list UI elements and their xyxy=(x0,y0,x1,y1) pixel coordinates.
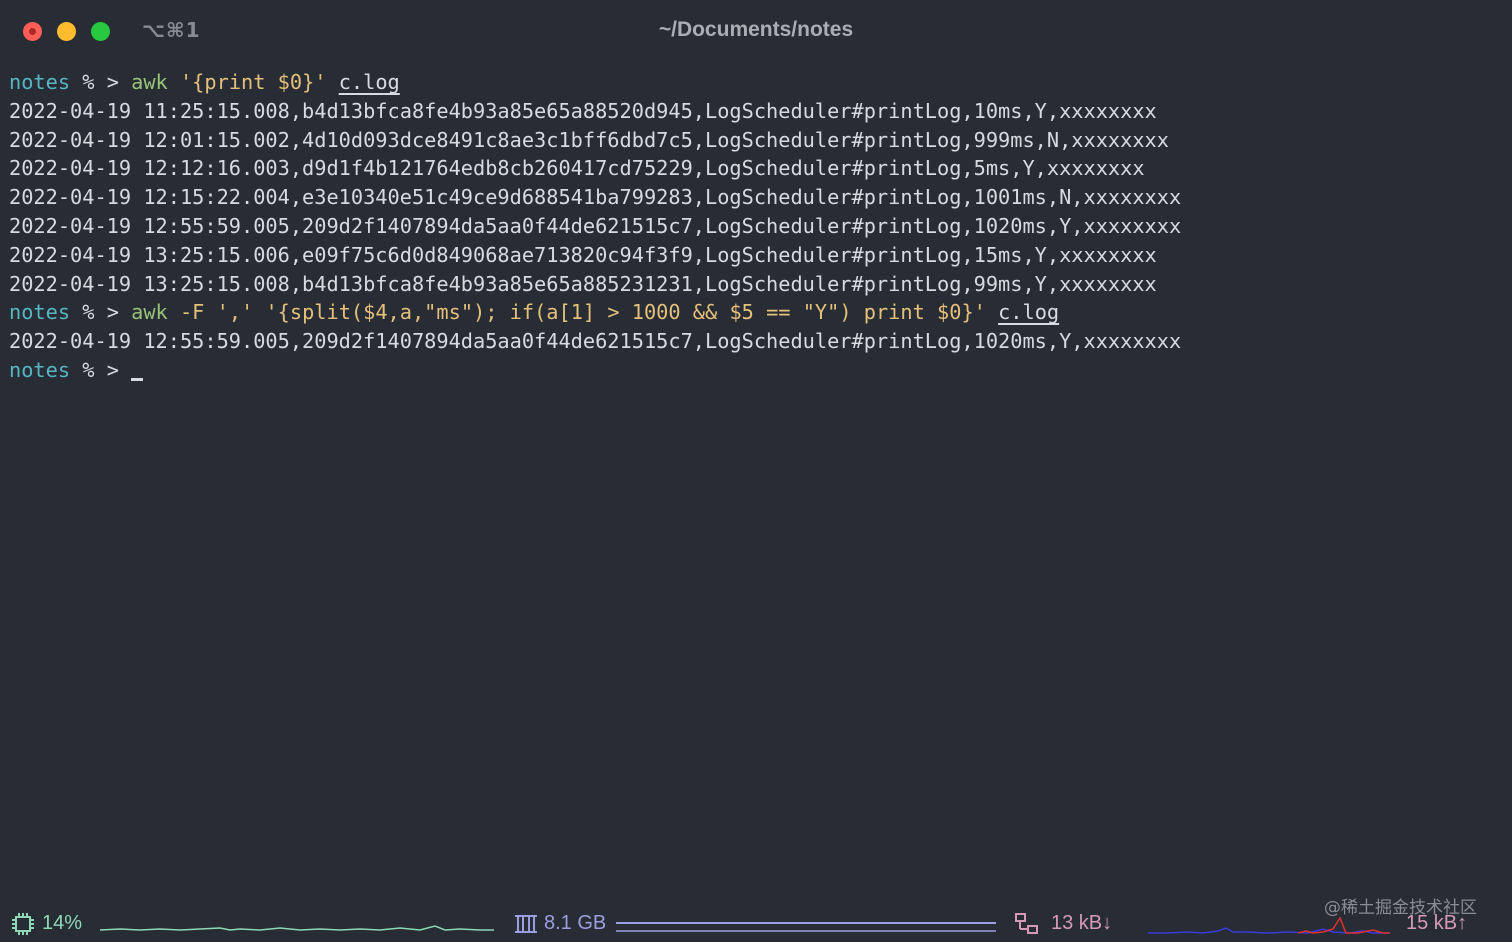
text-cursor xyxy=(131,377,144,381)
prompt-directory: notes xyxy=(9,300,71,325)
status-bar: 14% 8.1 GB 13 kB↓ 15 kB↑ xyxy=(0,905,1512,942)
output-line: 2022-04-19 13:25:15.008,b4d13bfca8fe4b93… xyxy=(9,270,1512,299)
prompt-line: notes % > awk '{print $0}' c.log xyxy=(9,68,1512,97)
memory-icon xyxy=(515,915,537,933)
output-text: 2022-04-19 11:25:15.008,b4d13bfca8fe4b93… xyxy=(9,98,1157,123)
output-line: 2022-04-19 11:25:15.008,b4d13bfca8fe4b93… xyxy=(9,97,1512,126)
network-upload-value: 15 kB↑ xyxy=(1406,912,1468,934)
command-name: awk xyxy=(131,300,168,325)
output-text: 2022-04-19 13:25:15.006,e09f75c6d0d84906… xyxy=(9,242,1157,267)
output-line: 2022-04-19 12:55:59.005,209d2f1407894da5… xyxy=(9,212,1512,241)
output-text: 2022-04-19 12:15:22.004,e3e10340e51c49ce… xyxy=(9,185,1182,210)
output-line: 2022-04-19 12:15:22.004,e3e10340e51c49ce… xyxy=(9,183,1512,212)
prompt-directory: notes xyxy=(9,70,71,94)
output-line: 2022-04-19 13:25:15.006,e09f75c6d0d84906… xyxy=(9,241,1512,270)
cpu-usage-value: 14% xyxy=(42,912,83,934)
prompt-symbol: % > xyxy=(70,70,132,94)
prompt-line: notes % > xyxy=(9,356,1512,385)
memory-usage-value: 8.1 GB xyxy=(544,912,607,934)
output-line: 2022-04-19 12:55:59.005,209d2f1407894da5… xyxy=(9,327,1512,356)
command-file-arg: c.log xyxy=(998,300,1060,325)
command-args: -F ',' '{split($4,a,"ms"); if(a[1] > 100… xyxy=(167,300,999,325)
output-text: 2022-04-19 12:01:15.002,4d10d093dce8491c… xyxy=(9,127,1169,152)
window-title: ~/Documents/notes xyxy=(658,18,854,41)
title-bar: ⌥⌘1 ~/Documents/notes xyxy=(0,0,1512,62)
network-icon xyxy=(1015,913,1038,934)
command-name: awk xyxy=(131,70,168,94)
output-line: 2022-04-19 12:01:15.002,4d10d093dce8491c… xyxy=(9,126,1512,155)
output-text: 2022-04-19 12:55:59.005,209d2f1407894da5… xyxy=(9,213,1182,238)
terminal-window: ⌥⌘1 ~/Documents/notes notes % > awk '{pr… xyxy=(0,0,1512,942)
network-download-value: 13 kB↓ xyxy=(1051,912,1113,934)
output-text: 2022-04-19 12:55:59.005,209d2f1407894da5… xyxy=(9,329,1182,354)
command-args: '{print $0}' xyxy=(167,70,339,94)
output-text: 2022-04-19 13:25:15.008,b4d13bfca8fe4b93… xyxy=(9,271,1157,296)
command-file-arg: c.log xyxy=(338,70,400,94)
output-text: 2022-04-19 12:12:16.003,d9d1f4b121764edb… xyxy=(9,156,1145,181)
prompt-line: notes % > awk -F ',' '{split($4,a,"ms");… xyxy=(9,298,1512,327)
network-sparkline xyxy=(1148,916,1390,934)
terminal-output[interactable]: notes % > awk '{print $0}' c.log 2022-04-… xyxy=(9,68,1512,385)
prompt-symbol: % > xyxy=(70,357,132,382)
memory-sparkline xyxy=(616,922,996,932)
cpu-icon xyxy=(12,913,34,935)
prompt-directory: notes xyxy=(9,357,71,382)
cpu-sparkline xyxy=(100,925,494,931)
prompt-symbol: % > xyxy=(70,300,132,325)
output-line: 2022-04-19 12:12:16.003,d9d1f4b121764edb… xyxy=(9,154,1512,183)
